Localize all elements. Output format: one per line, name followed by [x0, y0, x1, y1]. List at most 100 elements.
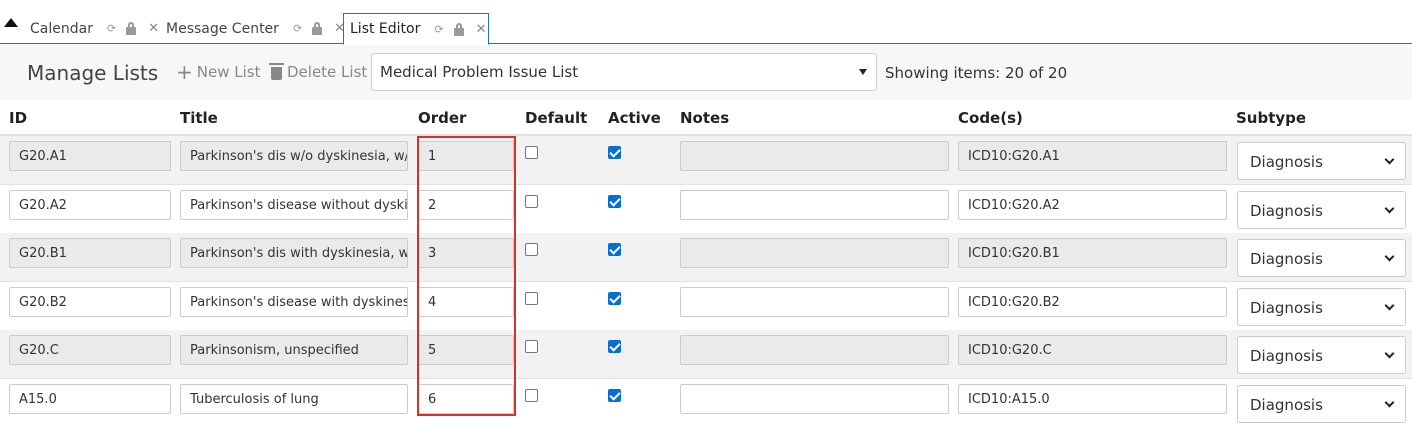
list-select-value: Medical Problem Issue List [380, 63, 579, 81]
refresh-icon[interactable]: ⟳ [107, 22, 116, 35]
codes-input[interactable]: ICD10:A15.0 [958, 384, 1227, 414]
close-icon[interactable]: ✕ [476, 22, 487, 37]
order-input[interactable]: 4 [418, 286, 514, 317]
order-input[interactable]: 6 [418, 384, 514, 414]
table-header: ID Title Order Default Active Notes Code… [0, 100, 1412, 136]
subtype-value: Diagnosis [1250, 396, 1323, 414]
table-row: G20.A2 Parkinson's disease without dyskin… [0, 185, 1412, 234]
order-input[interactable]: 5 [418, 335, 514, 366]
codes-input[interactable]: ICD10:G20.C [958, 335, 1227, 366]
trash-icon [269, 63, 284, 80]
active-checkbox[interactable] [608, 291, 621, 305]
tab-label: Message Center [166, 20, 279, 37]
id-input[interactable]: G20.C [9, 335, 171, 366]
refresh-icon[interactable]: ⟳ [434, 23, 443, 36]
subtype-value: Diagnosis [1250, 347, 1323, 366]
active-checkbox[interactable] [608, 389, 621, 402]
title-input[interactable]: Parkinson's disease without dyskinesia, … [180, 189, 408, 220]
id-input[interactable]: G20.B1 [9, 238, 171, 269]
chevron-down-icon [1384, 348, 1395, 359]
page-title: Manage Lists [27, 61, 159, 85]
order-input[interactable]: 2 [418, 189, 514, 220]
table-row: G20.A1 Parkinson's dis w/o dyskinesia, w/… [0, 136, 1412, 185]
header-subtype: Subtype [1236, 109, 1307, 127]
title-input[interactable]: Parkinson's dis w/o dyskinesia, w/o ment… [180, 141, 408, 171]
subtype-select[interactable]: Diagnosis [1237, 239, 1406, 278]
subtype-select[interactable]: Diagnosis [1237, 287, 1406, 326]
subtype-select[interactable]: Diagnosis [1237, 336, 1406, 375]
chevron-down-icon [1384, 397, 1395, 408]
header-default: Default [525, 109, 588, 127]
tab-message-center[interactable]: Message Center ⟳ ✕ [158, 13, 345, 44]
lock-icon[interactable] [453, 22, 464, 36]
active-checkbox[interactable] [608, 243, 621, 257]
notes-input[interactable] [680, 286, 949, 317]
title-input[interactable]: Parkinson's disease with dyskinesia, wit… [180, 286, 408, 317]
subtype-value: Diagnosis [1250, 250, 1323, 269]
default-checkbox[interactable] [525, 389, 538, 402]
codes-input[interactable]: ICD10:G20.B1 [958, 238, 1227, 269]
chevron-down-icon [1384, 203, 1395, 214]
list-select[interactable]: Medical Problem Issue List [371, 53, 877, 91]
codes-input[interactable]: ICD10:G20.B2 [958, 286, 1227, 317]
tab-label: List Editor [350, 21, 421, 37]
items-count: Showing items: 20 of 20 [885, 64, 1068, 82]
lock-icon[interactable] [312, 22, 323, 35]
new-list-button[interactable]: + New List [176, 59, 261, 84]
id-input[interactable]: G20.A1 [9, 141, 171, 171]
active-checkbox[interactable] [608, 146, 621, 159]
plus-icon: + [176, 59, 193, 84]
active-checkbox[interactable] [608, 194, 621, 208]
notes-input[interactable] [680, 141, 949, 171]
id-input[interactable]: G20.A2 [9, 189, 171, 220]
delete-list-label: Delete List [287, 63, 368, 81]
default-checkbox[interactable] [525, 146, 538, 159]
notes-input[interactable] [680, 384, 949, 414]
tab-label: Calendar [30, 20, 93, 37]
header-notes: Notes [680, 109, 730, 127]
title-input[interactable]: Parkinson's dis with dyskinesia, w/o men… [180, 238, 408, 269]
chevron-down-icon [1384, 300, 1395, 311]
delete-list-button[interactable]: Delete List [269, 63, 368, 81]
table-row: G20.C Parkinsonism, unspecified 5 ICD10:G20… [0, 330, 1412, 380]
id-input[interactable]: G20.B2 [9, 286, 171, 317]
id-input[interactable]: A15.0 [9, 384, 171, 414]
notes-input[interactable] [680, 189, 949, 220]
header-title: Title [180, 109, 218, 127]
title-input[interactable]: Parkinsonism, unspecified [180, 335, 408, 366]
notes-input[interactable] [680, 238, 949, 269]
chevron-down-icon [1384, 251, 1395, 262]
toolbar: Manage Lists + New List Delete List Medi… [0, 45, 1412, 100]
subtype-value: Diagnosis [1250, 298, 1323, 317]
default-checkbox[interactable] [525, 194, 538, 208]
header-active: Active [608, 109, 661, 127]
subtype-value: Diagnosis [1250, 153, 1323, 171]
subtype-select[interactable]: Diagnosis [1237, 190, 1406, 229]
tab-bar: Calendar ⟳ ✕ Message Center ⟳ ✕ List Edi… [0, 0, 1412, 45]
header-codes: Code(s) [958, 109, 1023, 127]
subtype-value: Diagnosis [1250, 201, 1323, 220]
order-input[interactable]: 3 [418, 238, 514, 269]
lock-icon[interactable] [126, 22, 137, 35]
tab-list-editor[interactable]: List Editor ⟳ ✕ [343, 13, 489, 45]
chevron-down-icon [1384, 154, 1395, 165]
table-row: A15.0 Tuberculosis of lung 6 ICD10:A15.0 Dia… [0, 379, 1412, 425]
codes-input[interactable]: ICD10:G20.A2 [958, 189, 1227, 220]
header-id: ID [9, 109, 28, 127]
table-row: G20.B2 Parkinson's disease with dyskinesi… [0, 282, 1412, 331]
default-checkbox[interactable] [525, 243, 538, 257]
default-checkbox[interactable] [525, 291, 538, 305]
notes-input[interactable] [680, 335, 949, 366]
codes-input[interactable]: ICD10:G20.A1 [958, 141, 1227, 171]
table-row: G20.B1 Parkinson's dis with dyskinesia, w… [0, 233, 1412, 283]
order-input[interactable]: 1 [418, 141, 514, 171]
subtype-select[interactable]: Diagnosis [1237, 142, 1406, 180]
new-list-label: New List [196, 63, 261, 81]
subtype-select[interactable]: Diagnosis [1237, 385, 1406, 423]
refresh-icon[interactable]: ⟳ [293, 22, 302, 35]
tab-calendar[interactable]: Calendar ⟳ ✕ [22, 13, 159, 44]
collapse-triangle-icon[interactable] [4, 18, 18, 27]
title-input[interactable]: Tuberculosis of lung [180, 384, 408, 414]
default-checkbox[interactable] [525, 340, 538, 354]
active-checkbox[interactable] [608, 340, 621, 354]
